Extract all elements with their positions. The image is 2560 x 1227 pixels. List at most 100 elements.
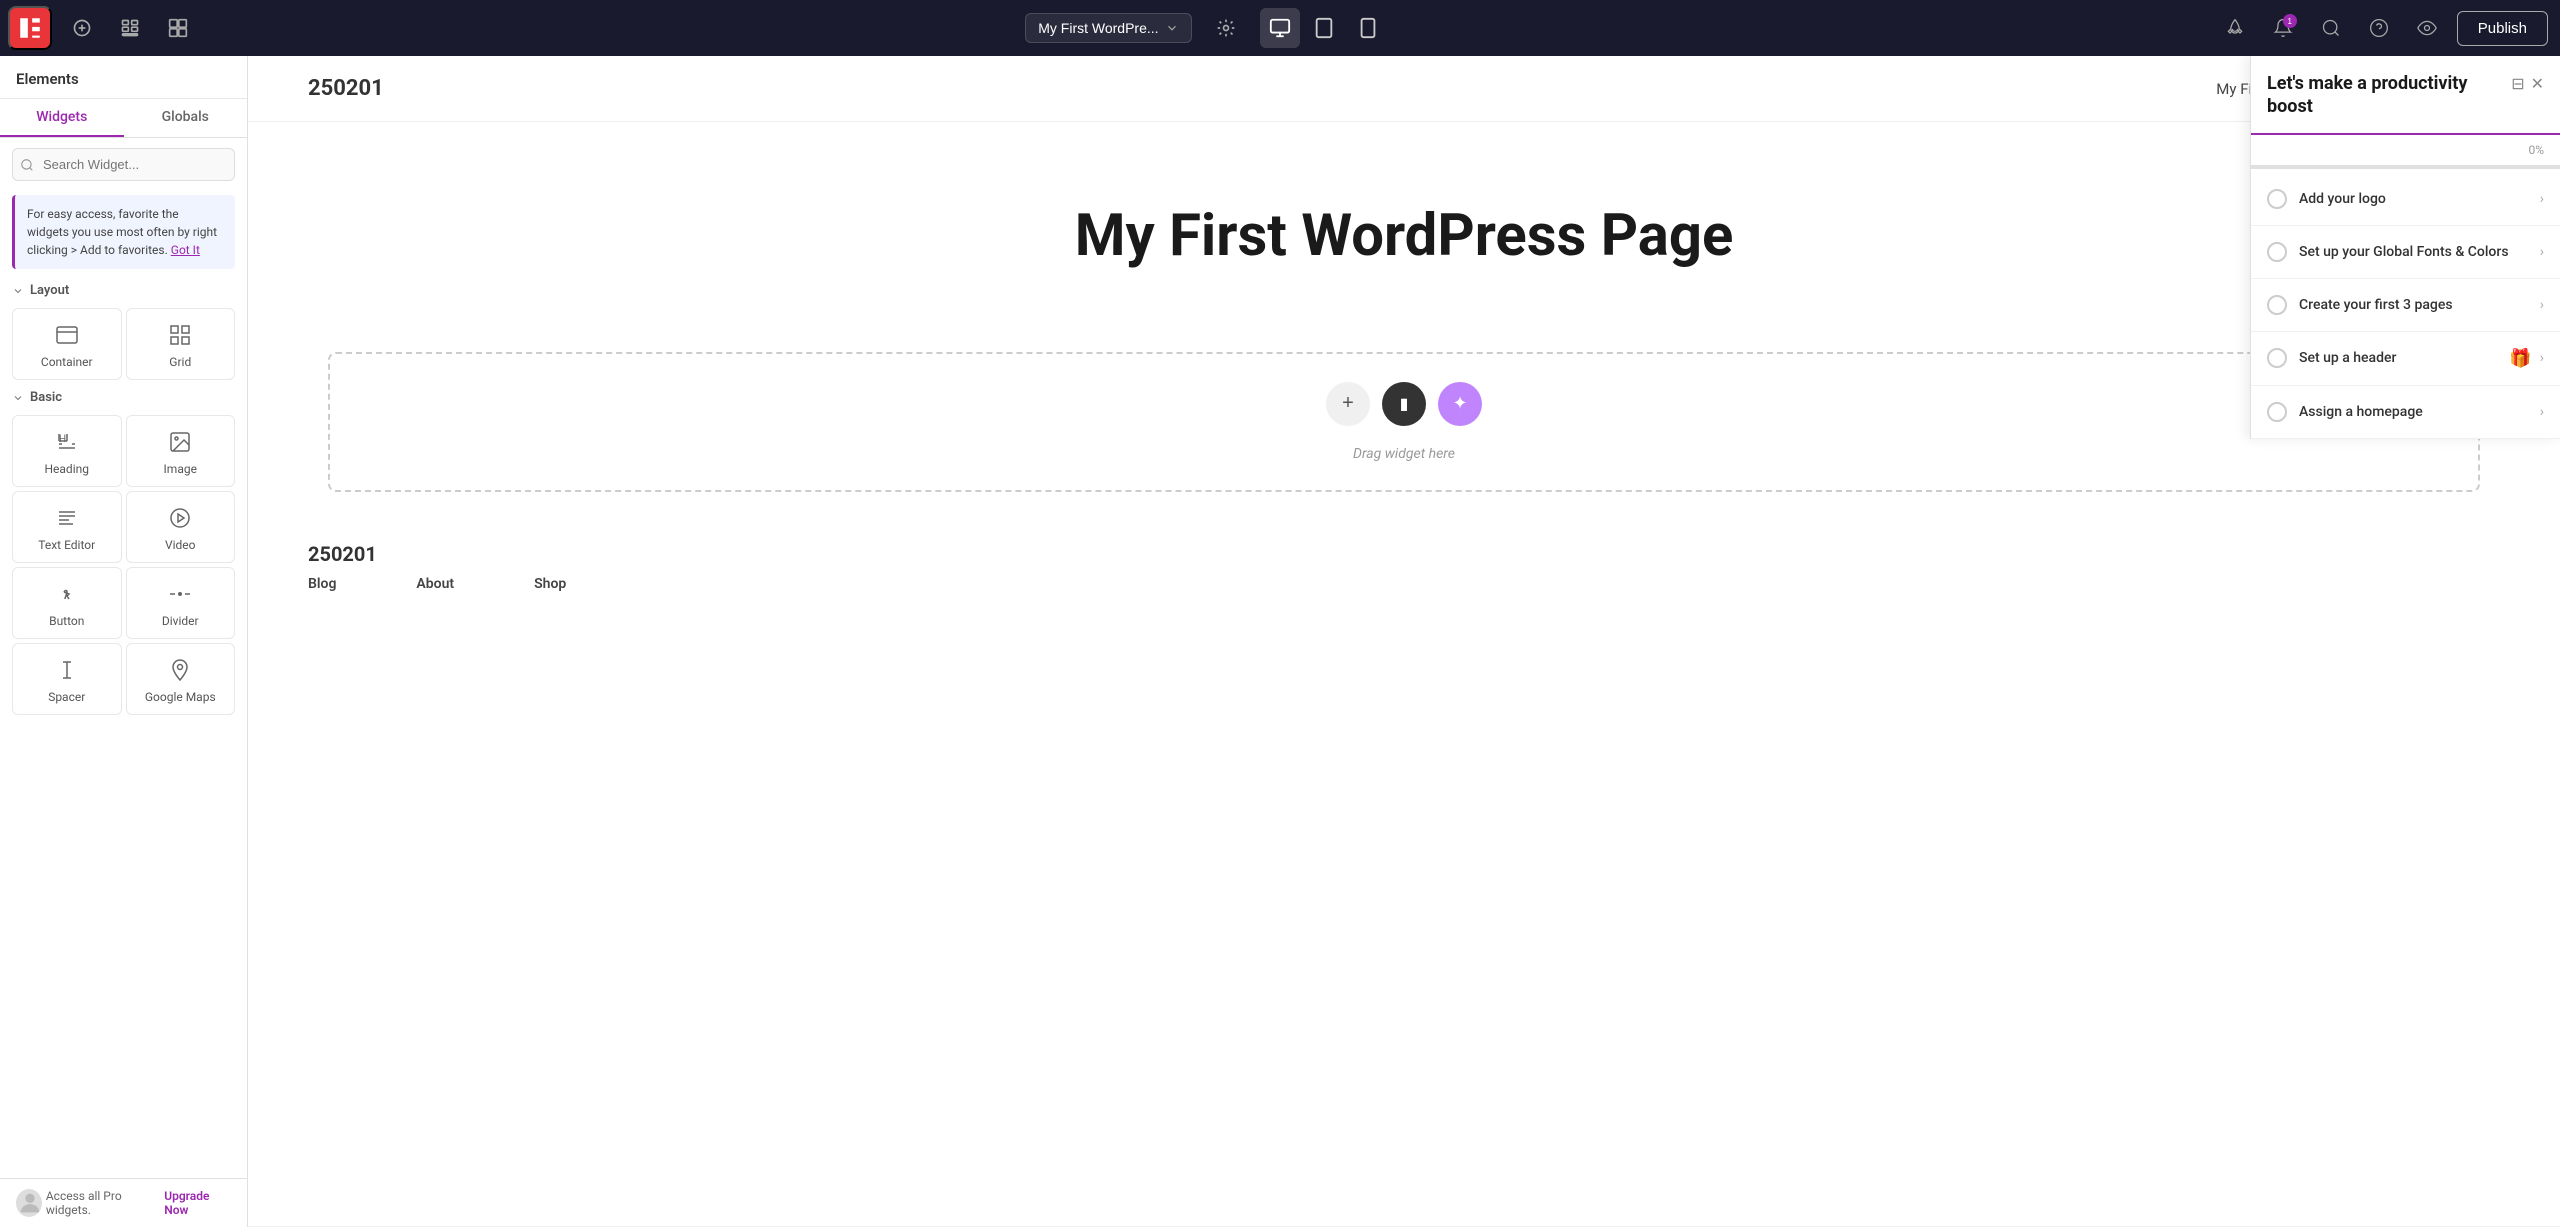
basic-section-label: Basic (30, 390, 62, 405)
check-circle-1 (2267, 242, 2287, 262)
checklist-item-2[interactable]: Create your first 3 pages › (2251, 279, 2560, 332)
mobile-view-button[interactable] (1348, 8, 1388, 48)
drop-zone-actions: + ▮ ✦ (1326, 382, 1482, 426)
page-preview: 250201 My First WordPress Page Sample Pa… (248, 56, 2560, 1226)
upgrade-now-link[interactable]: Upgrade Now (164, 1189, 231, 1217)
check-circle-0 (2267, 189, 2287, 209)
panel-minimize-button[interactable]: ⊟ (2511, 74, 2524, 94)
notifications-button[interactable]: 1 (2265, 10, 2301, 46)
top-bar-center: My First WordPre... (1025, 8, 1387, 48)
top-bar-left (0, 6, 196, 50)
footer-text: Access all Pro widgets. (46, 1189, 160, 1217)
tab-globals[interactable]: Globals (124, 99, 248, 137)
heading-widget[interactable]: H Heading (12, 415, 122, 487)
tablet-view-button[interactable] (1304, 8, 1344, 48)
page-settings-button[interactable] (1208, 10, 1244, 46)
sidebar-footer: Access all Pro widgets. Upgrade Now (0, 1178, 247, 1227)
elementor-logo-button[interactable] (8, 6, 52, 50)
add-new-button[interactable] (64, 10, 100, 46)
hero-title: My First WordPress Page (308, 202, 2500, 272)
layout-widgets-grid: Container Grid (0, 304, 247, 384)
layout-section-label: Layout (30, 283, 69, 298)
footer-col-0: Blog (308, 576, 336, 600)
checklist-item-0[interactable]: Add your logo › (2251, 173, 2560, 226)
structure-button[interactable] (160, 10, 196, 46)
checklist-label-0: Add your logo (2299, 191, 2386, 207)
video-widget[interactable]: Video (126, 491, 236, 563)
text-editor-widget[interactable]: Text Editor (12, 491, 122, 563)
footer-col-header-0: Blog (308, 576, 336, 592)
spacer-widget[interactable]: Spacer (12, 643, 122, 715)
footer-col-header-1: About (416, 576, 454, 592)
panel-title: Let's make a productivity boost (2267, 72, 2511, 119)
grid-widget[interactable]: Grid (126, 308, 236, 380)
image-widget[interactable]: Image (126, 415, 236, 487)
google-maps-widget[interactable]: Google Maps (126, 643, 236, 715)
checklist-item-3[interactable]: Set up a header 🎁 › (2251, 332, 2560, 386)
button-widget[interactable]: Button (12, 567, 122, 639)
video-label: Video (165, 538, 196, 552)
button-label: Button (49, 614, 84, 628)
productivity-panel: Let's make a productivity boost ⊟ ✕ 0% A… (2250, 56, 2560, 439)
footer-col-2: Shop (534, 576, 566, 600)
text-editor-label: Text Editor (38, 538, 95, 552)
notification-badge: 1 (2283, 14, 2297, 28)
preview-button[interactable] (2409, 10, 2445, 46)
sidebar-title: Elements (0, 56, 247, 99)
layout-section-header[interactable]: Layout (0, 277, 247, 304)
template-button[interactable]: ▮ (1382, 382, 1426, 426)
search-input[interactable] (12, 148, 235, 181)
basic-section-header[interactable]: Basic (0, 384, 247, 411)
gift-badge-icon: 🎁 (2509, 348, 2531, 369)
top-bar: My First WordPre... 1 (0, 0, 2560, 56)
site-name-label: My First WordPre... (1038, 20, 1158, 36)
divider-widget[interactable]: Divider (126, 567, 236, 639)
image-label: Image (164, 462, 197, 476)
checklist-label-2: Create your first 3 pages (2299, 297, 2453, 313)
top-bar-right: 1 Publish (2217, 10, 2560, 46)
tab-widgets[interactable]: Widgets (0, 99, 124, 137)
chevron-icon-1: › (2540, 244, 2544, 260)
checklist-right-0: › (2540, 191, 2544, 207)
heading-label: Heading (44, 462, 89, 476)
checklist-right-4: › (2540, 404, 2544, 420)
search-wrapper (12, 148, 235, 181)
drop-zone-text: Drag widget here (1353, 446, 1455, 462)
divider-label: Divider (162, 614, 199, 628)
check-circle-4 (2267, 402, 2287, 422)
checklist-label-4: Assign a homepage (2299, 404, 2423, 420)
drop-zone[interactable]: + ▮ ✦ Drag widget here (328, 352, 2480, 492)
panel-close-button[interactable]: ✕ (2531, 74, 2544, 94)
checklist-left-2: Create your first 3 pages (2267, 295, 2453, 315)
site-name-dropdown[interactable]: My First WordPre... (1025, 13, 1191, 43)
progress-text: 0% (2528, 143, 2544, 157)
page-header: 250201 My First WordPress Page Sample Pa… (248, 56, 2560, 122)
checklist-right-1: › (2540, 244, 2544, 260)
chevron-icon-0: › (2540, 191, 2544, 207)
rocket-icon-button[interactable] (2217, 10, 2253, 46)
checklist-right-3: 🎁 › (2509, 348, 2544, 369)
navigator-button[interactable] (112, 10, 148, 46)
help-button[interactable] (2361, 10, 2397, 46)
checklist-item-1[interactable]: Set up your Global Fonts & Colors › (2251, 226, 2560, 279)
search-button[interactable] (2313, 10, 2349, 46)
add-element-button[interactable]: + (1326, 382, 1370, 426)
progress-bar-container (2251, 165, 2560, 169)
grid-label: Grid (169, 355, 191, 369)
container-label: Container (41, 355, 93, 369)
checklist-left-0: Add your logo (2267, 189, 2386, 209)
checklist-left-4: Assign a homepage (2267, 402, 2423, 422)
desktop-view-button[interactable] (1260, 8, 1300, 48)
footer-cols: Blog About Shop (308, 576, 2500, 600)
elements-sidebar: Elements Widgets Globals For easy access… (0, 56, 248, 1227)
chevron-icon-4: › (2540, 404, 2544, 420)
container-widget[interactable]: Container (12, 308, 122, 380)
sidebar-tabs: Widgets Globals (0, 99, 247, 138)
checklist-item-4[interactable]: Assign a homepage › (2251, 386, 2560, 439)
publish-button[interactable]: Publish (2457, 11, 2548, 46)
ai-button[interactable]: ✦ (1438, 382, 1482, 426)
checklist-label-3: Set up a header (2299, 350, 2396, 366)
checklist-right-2: › (2540, 297, 2544, 313)
checklist-left-3: Set up a header (2267, 348, 2396, 368)
tip-got-it-link[interactable]: Got It (171, 243, 200, 257)
